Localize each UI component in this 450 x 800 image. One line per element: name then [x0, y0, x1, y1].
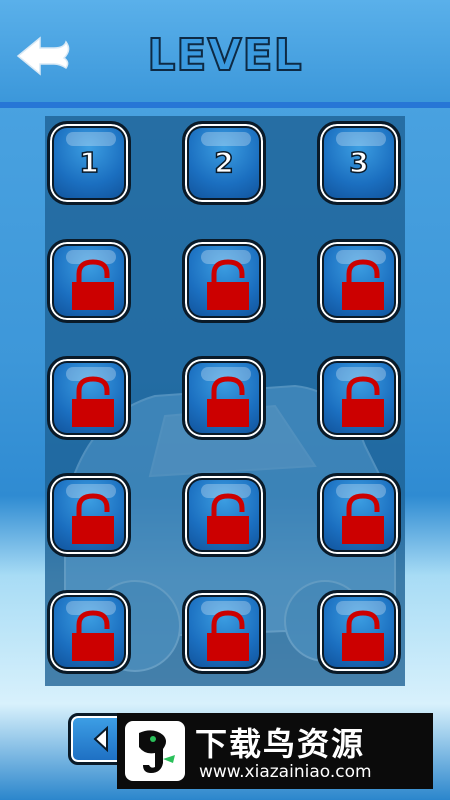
level-button-locked[interactable] [47, 590, 131, 674]
level-button-locked[interactable] [47, 356, 131, 440]
padlock-icon [342, 376, 384, 427]
level-button-locked[interactable] [182, 239, 266, 323]
level-button-locked[interactable] [317, 590, 401, 674]
level-number: 2 [214, 145, 235, 180]
level-button-locked[interactable] [47, 239, 131, 323]
padlock-icon [72, 259, 114, 310]
level-button-locked[interactable] [317, 239, 401, 323]
level-number: 1 [79, 145, 100, 180]
watermark-url: www.xiazainiao.com [199, 762, 372, 782]
level-button-locked[interactable] [182, 356, 266, 440]
level-button-locked[interactable] [317, 356, 401, 440]
padlock-icon [72, 610, 114, 661]
page-title: LEVEL [146, 29, 303, 82]
top-bar-divider [0, 102, 450, 108]
level-button-3[interactable]: 3 [317, 121, 401, 205]
padlock-icon [342, 259, 384, 310]
level-number: 3 [349, 145, 370, 180]
padlock-icon [342, 610, 384, 661]
bird-logo-icon [125, 721, 185, 781]
watermark-name: 下载鸟资源 [195, 725, 366, 763]
padlock-icon [342, 493, 384, 544]
level-button-locked[interactable] [182, 473, 266, 557]
padlock-icon [207, 610, 249, 661]
padlock-icon [207, 376, 249, 427]
padlock-icon [207, 259, 249, 310]
padlock-icon [72, 376, 114, 427]
padlock-icon [207, 493, 249, 544]
level-button-2[interactable]: 2 [182, 121, 266, 205]
watermark: 下载鸟资源 www.xiazainiao.com [117, 713, 433, 789]
level-button-locked[interactable] [182, 590, 266, 674]
level-button-locked[interactable] [317, 473, 401, 557]
padlock-icon [72, 493, 114, 544]
level-button-1[interactable]: 1 [47, 121, 131, 205]
level-panel: 1 2 3 [45, 116, 405, 686]
level-grid: 1 2 3 [45, 116, 405, 686]
level-button-locked[interactable] [47, 473, 131, 557]
